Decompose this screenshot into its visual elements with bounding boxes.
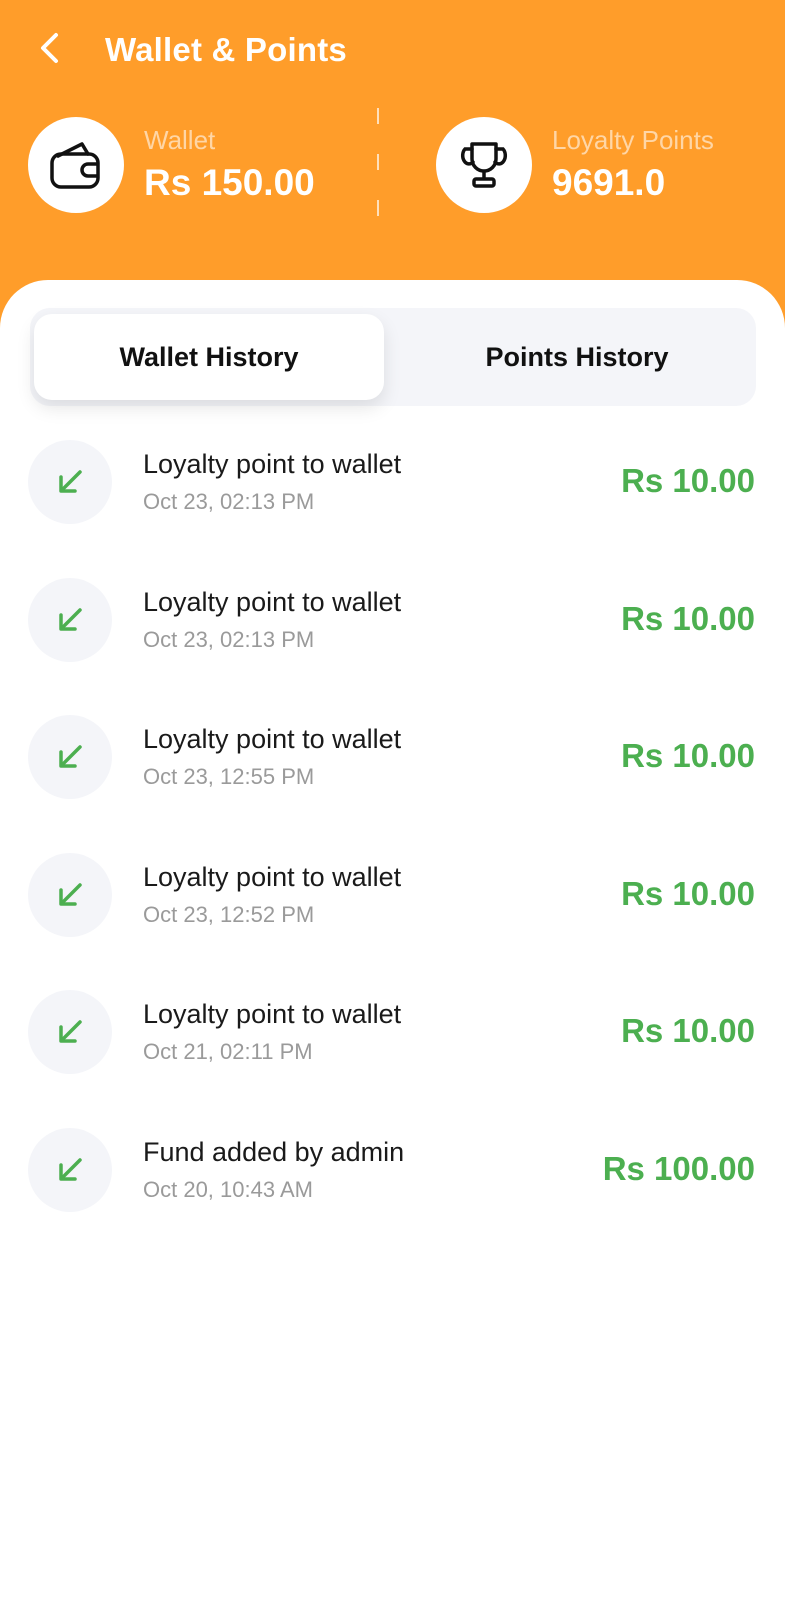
- transaction-title: Fund added by admin: [143, 1136, 405, 1167]
- transaction-title: Loyalty point to wallet: [143, 449, 402, 479]
- wallet-icon: [50, 142, 100, 189]
- transaction-date: Oct 21, 02:11 PM: [143, 1039, 313, 1065]
- wallet-label: Wallet: [144, 125, 216, 155]
- content-sheet: Wallet History Points History Loyalty po…: [0, 280, 785, 1600]
- transaction-date: Oct 20, 10:43 AM: [143, 1176, 313, 1202]
- arrow-down-left-icon: [59, 1020, 82, 1044]
- transaction-title: Loyalty point to wallet: [143, 999, 402, 1030]
- credit-icon-circle: [28, 990, 112, 1075]
- credit-icon-circle: [28, 1127, 112, 1212]
- transaction-row[interactable]: Loyalty point to wallet Oct 23, 02:13 PM…: [0, 577, 785, 716]
- points-summary-text: Loyalty Points 9691.0: [552, 124, 714, 206]
- transaction-title: Loyalty point to wallet: [143, 586, 402, 617]
- tab-points-history[interactable]: Points History: [402, 314, 752, 400]
- transaction-list: Loyalty point to wallet Oct 23, 02:13 PM…: [0, 440, 785, 1266]
- transaction-row[interactable]: Loyalty point to wallet Oct 23, 12:52 PM…: [0, 852, 785, 991]
- credit-icon-circle: [28, 715, 112, 800]
- credit-icon-circle: [28, 577, 112, 662]
- arrow-down-left-icon: [59, 470, 82, 493]
- transaction-title: Loyalty point to wallet: [143, 861, 402, 892]
- transaction-amount: Rs 10.00: [621, 599, 755, 637]
- history-tabs: Wallet History Points History: [30, 308, 756, 406]
- credit-icon-circle: [28, 440, 112, 524]
- transaction-row[interactable]: Loyalty point to wallet Oct 23, 12:55 PM…: [0, 715, 785, 853]
- transaction-amount: Rs 10.00: [621, 737, 755, 775]
- transaction-row[interactable]: Loyalty point to wallet Oct 21, 02:11 PM…: [0, 990, 785, 1128]
- arrow-down-left-icon: [59, 745, 82, 768]
- summary-divider: [377, 108, 379, 224]
- transaction-row[interactable]: Loyalty point to wallet Oct 23, 02:13 PM…: [0, 440, 785, 578]
- chevron-left-icon: [41, 33, 58, 63]
- transaction-amount: Rs 10.00: [621, 1012, 755, 1050]
- wallet-points-screen: Wallet & Points Wallet Rs 150.00 Loyalty…: [0, 0, 785, 1600]
- points-label: Loyalty Points: [552, 125, 714, 155]
- arrow-down-left-icon: [59, 883, 82, 906]
- wallet-summary-text: Wallet Rs 150.00: [144, 124, 315, 206]
- transaction-date: Oct 23, 12:52 PM: [143, 901, 315, 927]
- trophy-icon-circle: [436, 117, 532, 213]
- transaction-date: Oct 23, 12:55 PM: [143, 764, 315, 790]
- page-title: Wallet & Points: [105, 31, 347, 68]
- transaction-amount: Rs 100.00: [602, 1149, 755, 1187]
- trophy-icon: [460, 142, 508, 188]
- wallet-summary: Wallet Rs 150.00: [28, 115, 315, 215]
- transaction-date: Oct 23, 02:13 PM: [143, 626, 315, 652]
- points-summary: Loyalty Points 9691.0: [436, 115, 714, 215]
- arrow-down-left-icon: [59, 607, 82, 631]
- credit-icon-circle: [28, 852, 112, 937]
- tab-wallet-history[interactable]: Wallet History: [34, 314, 384, 400]
- transaction-date: Oct 23, 02:13 PM: [143, 489, 315, 514]
- points-balance: 9691.0: [552, 162, 666, 203]
- wallet-balance: Rs 150.00: [144, 162, 315, 203]
- arrow-down-left-icon: [59, 1158, 82, 1181]
- back-button[interactable]: [28, 26, 72, 70]
- transaction-title: Loyalty point to wallet: [143, 724, 402, 755]
- transaction-row[interactable]: Fund added by admin Oct 20, 10:43 AM Rs …: [0, 1127, 785, 1266]
- transaction-amount: Rs 10.00: [621, 874, 755, 912]
- wallet-icon-circle: [28, 117, 124, 213]
- transaction-amount: Rs 10.00: [621, 462, 755, 499]
